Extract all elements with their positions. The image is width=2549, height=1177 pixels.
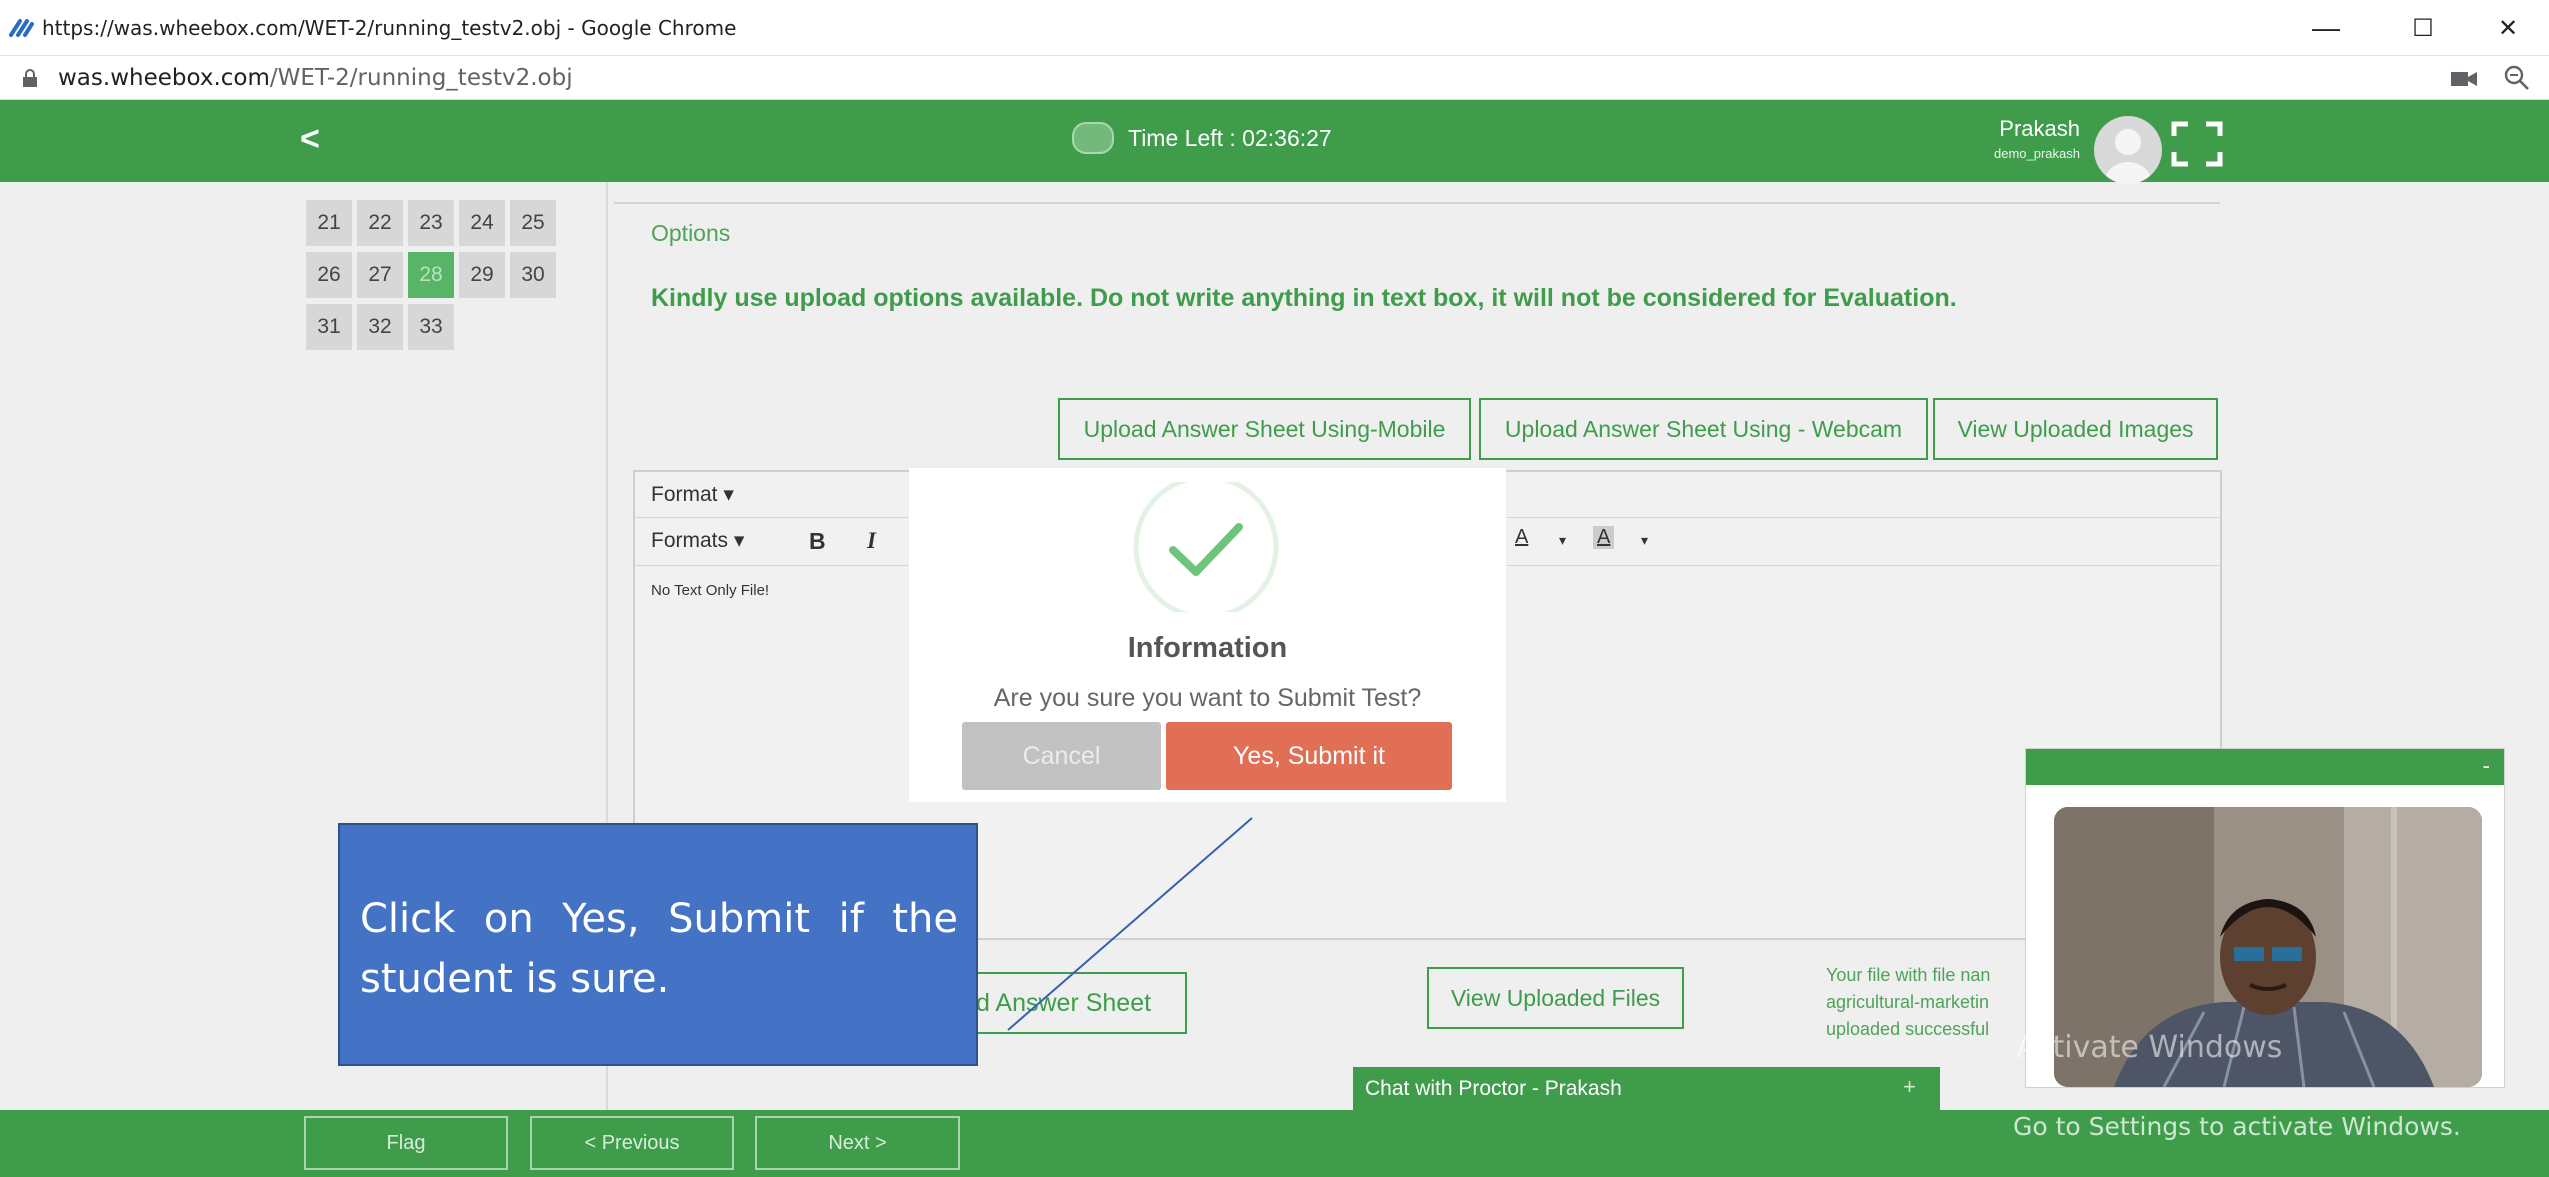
view-uploaded-files-button[interactable]: View Uploaded Files bbox=[1427, 967, 1684, 1029]
success-check-icon bbox=[1131, 474, 1281, 620]
question-grid: 21 22 23 24 25 26 27 28 29 30 31 32 33 bbox=[306, 200, 556, 350]
upload-webcam-button[interactable]: Upload Answer Sheet Using - Webcam bbox=[1479, 398, 1928, 460]
camera-in-use-icon[interactable] bbox=[2451, 72, 2477, 86]
view-uploaded-images-button[interactable]: View Uploaded Images bbox=[1933, 398, 2218, 460]
upload-note-line: agricultural-marketin bbox=[1826, 992, 1990, 1012]
upload-status-note: Your file with file nan agricultural-mar… bbox=[1826, 962, 2026, 1043]
formats-dropdown[interactable]: Formats ▾ bbox=[651, 528, 744, 553]
site-favicon-icon bbox=[8, 15, 34, 41]
minimize-window-button[interactable]: — bbox=[2285, 0, 2367, 56]
window-title: https://was.wheebox.com/WET-2/running_te… bbox=[42, 15, 737, 40]
dialog-title: Information bbox=[1127, 632, 1288, 664]
question-number-button[interactable]: 21 bbox=[306, 200, 352, 246]
font-color-caret-icon[interactable]: ▾ bbox=[1559, 532, 1566, 549]
close-window-button[interactable]: ✕ bbox=[2467, 0, 2549, 56]
tutorial-callout: Click on Yes, Submit if the student is s… bbox=[338, 823, 978, 1066]
callout-text: Click on Yes, Submit if the student is s… bbox=[360, 896, 958, 1002]
question-number-button[interactable]: 29 bbox=[459, 252, 505, 298]
url-text[interactable]: was.wheebox.com/WET-2/running_testv2.obj bbox=[58, 65, 573, 91]
next-button[interactable]: Next > bbox=[755, 1116, 960, 1170]
upload-instruction: Kindly use upload options available. Do … bbox=[651, 284, 1957, 312]
options-label: Options bbox=[651, 220, 731, 246]
question-number-button-active[interactable]: 28 bbox=[408, 252, 454, 298]
question-number-button[interactable]: 27 bbox=[357, 252, 403, 298]
webcam-minimize-button[interactable]: - bbox=[2483, 753, 2490, 779]
flag-button[interactable]: Flag bbox=[304, 1116, 508, 1170]
webcam-panel-header: - bbox=[2026, 749, 2504, 785]
background-color-caret-icon[interactable]: ▾ bbox=[1641, 532, 1648, 549]
fullscreen-icon[interactable] bbox=[2170, 120, 2224, 168]
question-number-button[interactable]: 31 bbox=[306, 304, 352, 350]
timer-icon bbox=[1072, 122, 1114, 154]
question-number-button[interactable]: 24 bbox=[459, 200, 505, 246]
upload-note-line: uploaded successful bbox=[1826, 1019, 1990, 1039]
address-bar[interactable]: was.wheebox.com/WET-2/running_testv2.obj bbox=[0, 56, 2549, 100]
dialog-message: Are you sure you want to Submit Test? bbox=[993, 684, 1422, 712]
exam-header: < Time Left : 02:36:27 Prakash demo_prak… bbox=[0, 100, 2549, 182]
question-number-button[interactable]: 25 bbox=[510, 200, 556, 246]
question-number-button[interactable]: 26 bbox=[306, 252, 352, 298]
question-number-button[interactable]: 33 bbox=[408, 304, 454, 350]
question-number-button[interactable]: 22 bbox=[357, 200, 403, 246]
collapse-panel-button[interactable]: < bbox=[300, 120, 320, 159]
cancel-button[interactable]: Cancel bbox=[962, 722, 1161, 790]
question-number-button[interactable]: 30 bbox=[510, 252, 556, 298]
timer: Time Left : 02:36:27 bbox=[1072, 122, 1332, 154]
upload-mobile-button[interactable]: Upload Answer Sheet Using-Mobile bbox=[1058, 398, 1471, 460]
content-separator bbox=[614, 202, 2220, 204]
chat-expand-icon[interactable]: + bbox=[1903, 1074, 1916, 1100]
chat-label: Chat with Proctor - Prakash bbox=[1365, 1076, 1622, 1100]
upload-note-line: Your file with file nan bbox=[1826, 965, 1991, 985]
avatar[interactable] bbox=[2094, 116, 2162, 184]
user-name: Prakash bbox=[1999, 116, 2080, 141]
url-host: was.wheebox.com bbox=[58, 64, 270, 91]
background-color-button[interactable]: A bbox=[1593, 526, 1615, 549]
editor-body-text[interactable]: No Text Only File! bbox=[651, 582, 769, 599]
user-info: Prakash demo_prakash bbox=[1960, 116, 2080, 161]
zoom-icon[interactable] bbox=[2503, 64, 2531, 92]
italic-button[interactable]: I bbox=[867, 528, 876, 554]
activate-windows-hint: Go to Settings to activate Windows. bbox=[2013, 1112, 2461, 1141]
url-path: /WET-2/running_testv2.obj bbox=[269, 64, 573, 91]
submit-confirm-dialog: Information Are you sure you want to Sub… bbox=[909, 468, 1506, 802]
lock-icon bbox=[22, 68, 38, 87]
previous-button[interactable]: < Previous bbox=[530, 1116, 734, 1170]
browser-title-bar: https://was.wheebox.com/WET-2/running_te… bbox=[0, 0, 2549, 56]
time-left-label: Time Left : 02:36:27 bbox=[1128, 124, 1332, 151]
question-number-button[interactable]: 32 bbox=[357, 304, 403, 350]
question-number-button[interactable]: 23 bbox=[408, 200, 454, 246]
maximize-window-button[interactable]: ☐ bbox=[2382, 0, 2464, 56]
format-menu[interactable]: Format ▾ bbox=[651, 482, 734, 507]
user-id: demo_prakash bbox=[1994, 146, 2080, 161]
bold-button[interactable]: B bbox=[809, 528, 826, 555]
yes-submit-button[interactable]: Yes, Submit it bbox=[1166, 722, 1452, 790]
activate-windows-watermark: Activate Windows bbox=[2016, 1030, 2283, 1065]
font-color-button[interactable]: A bbox=[1515, 526, 1528, 549]
chat-with-proctor-bar[interactable]: Chat with Proctor - Prakash + bbox=[1353, 1067, 1940, 1110]
